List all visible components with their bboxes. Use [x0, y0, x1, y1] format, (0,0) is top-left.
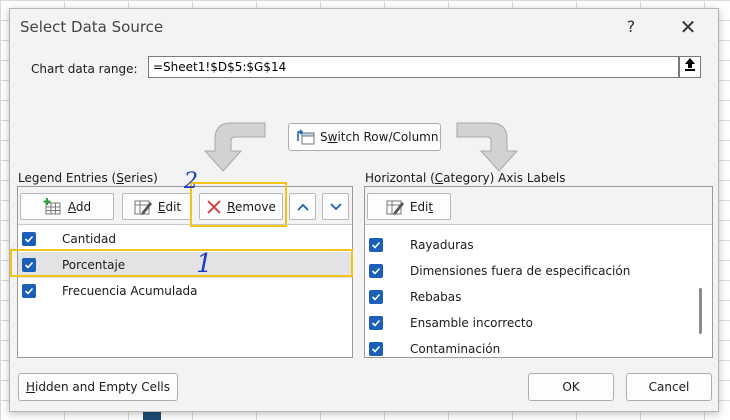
checkmark-icon: [371, 293, 381, 301]
legend-item-frecuencia-acumulada[interactable]: Frecuencia Acumulada: [18, 278, 352, 304]
chevron-down-icon: [329, 202, 342, 210]
annotation-highlight-remove: [190, 182, 287, 227]
checkmark-icon: [371, 241, 381, 249]
add-series-button[interactable]: Add: [20, 193, 114, 220]
edit-table-icon: [386, 200, 404, 215]
checkmark-icon: [24, 235, 34, 243]
annotation-number-one: 1: [196, 249, 213, 279]
edit-label: Edit: [409, 199, 434, 214]
axis-item[interactable]: Contaminación: [365, 336, 712, 362]
chevron-up-icon: [296, 203, 309, 211]
add-table-icon: [43, 197, 61, 214]
axis-item-label: Ensamble incorrecto: [410, 316, 533, 330]
checkbox[interactable]: [22, 284, 36, 298]
legend-entries-label: Legend Entries (Series): [18, 171, 158, 185]
help-button[interactable]: ?: [616, 15, 646, 39]
axis-labels-label: Horizontal (Category) Axis Labels: [365, 171, 566, 185]
axis-item-label: Contaminación: [410, 342, 501, 356]
switch-row-column-button[interactable]: Switch Row/Column: [288, 123, 441, 151]
axis-labels-list: Rayaduras Dimensiones fuera de especific…: [365, 226, 712, 357]
axis-item[interactable]: Dimensiones fuera de especificación: [365, 258, 712, 284]
checkmark-icon: [371, 345, 381, 353]
annotation-number-two: 2: [184, 169, 198, 194]
legend-item-label: Frecuencia Acumulada: [62, 284, 198, 298]
ok-button[interactable]: OK: [528, 373, 614, 401]
add-label: Add: [67, 199, 92, 214]
select-data-source-dialog: Select Data Source ? ✕ Chart data range:…: [9, 8, 719, 412]
chart-data-range-input[interactable]: [148, 56, 679, 78]
hidden-empty-cells-button[interactable]: Hidden and Empty Cells: [18, 373, 178, 401]
checkbox[interactable]: [369, 238, 383, 252]
checkbox[interactable]: [369, 264, 383, 278]
checkmark-icon: [371, 319, 381, 327]
dialog-title: Select Data Source: [20, 18, 164, 36]
switch-row-column-label: Switch Row/Column: [320, 130, 439, 144]
edit-axis-labels-button[interactable]: Edit: [367, 193, 451, 220]
cancel-button[interactable]: Cancel: [626, 373, 712, 401]
axis-toolbar: Edit: [365, 187, 712, 225]
move-down-button[interactable]: [322, 193, 349, 220]
close-button[interactable]: ✕: [673, 15, 703, 39]
checkbox[interactable]: [22, 232, 36, 246]
axis-item[interactable]: Rayaduras: [365, 232, 712, 258]
axis-item[interactable]: Rebabas: [365, 284, 712, 310]
edit-table-icon: [134, 200, 152, 215]
axis-item[interactable]: Ensamble incorrecto: [365, 310, 712, 336]
legend-item-label: Cantidad: [62, 232, 116, 246]
switch-row-column-icon: [297, 129, 315, 145]
collapse-range-button[interactable]: [679, 56, 701, 78]
annotation-highlight-row: [10, 249, 353, 277]
edit-series-button[interactable]: Edit: [122, 193, 192, 220]
checkbox[interactable]: [369, 342, 383, 356]
legend-entries-list: Cantidad Porcentaje Frecuencia Acumulada: [18, 226, 352, 357]
move-up-button[interactable]: [289, 193, 316, 220]
axis-list-scrollbar[interactable]: [699, 288, 702, 334]
axis-item-label: Rebabas: [410, 290, 462, 304]
axis-item-label: Rayaduras: [410, 238, 474, 252]
axis-labels-panel: Edit Rayaduras Dimensiones fuera de espe…: [364, 186, 713, 358]
edit-label: Edit: [157, 199, 182, 214]
checkbox[interactable]: [369, 290, 383, 304]
checkmark-icon: [371, 267, 381, 275]
checkmark-icon: [24, 287, 34, 295]
chart-data-range-label: Chart data range:: [31, 62, 138, 76]
checkbox[interactable]: [369, 316, 383, 330]
axis-item-label: Dimensiones fuera de especificación: [410, 264, 631, 278]
upload-arrow-icon: [685, 58, 695, 71]
